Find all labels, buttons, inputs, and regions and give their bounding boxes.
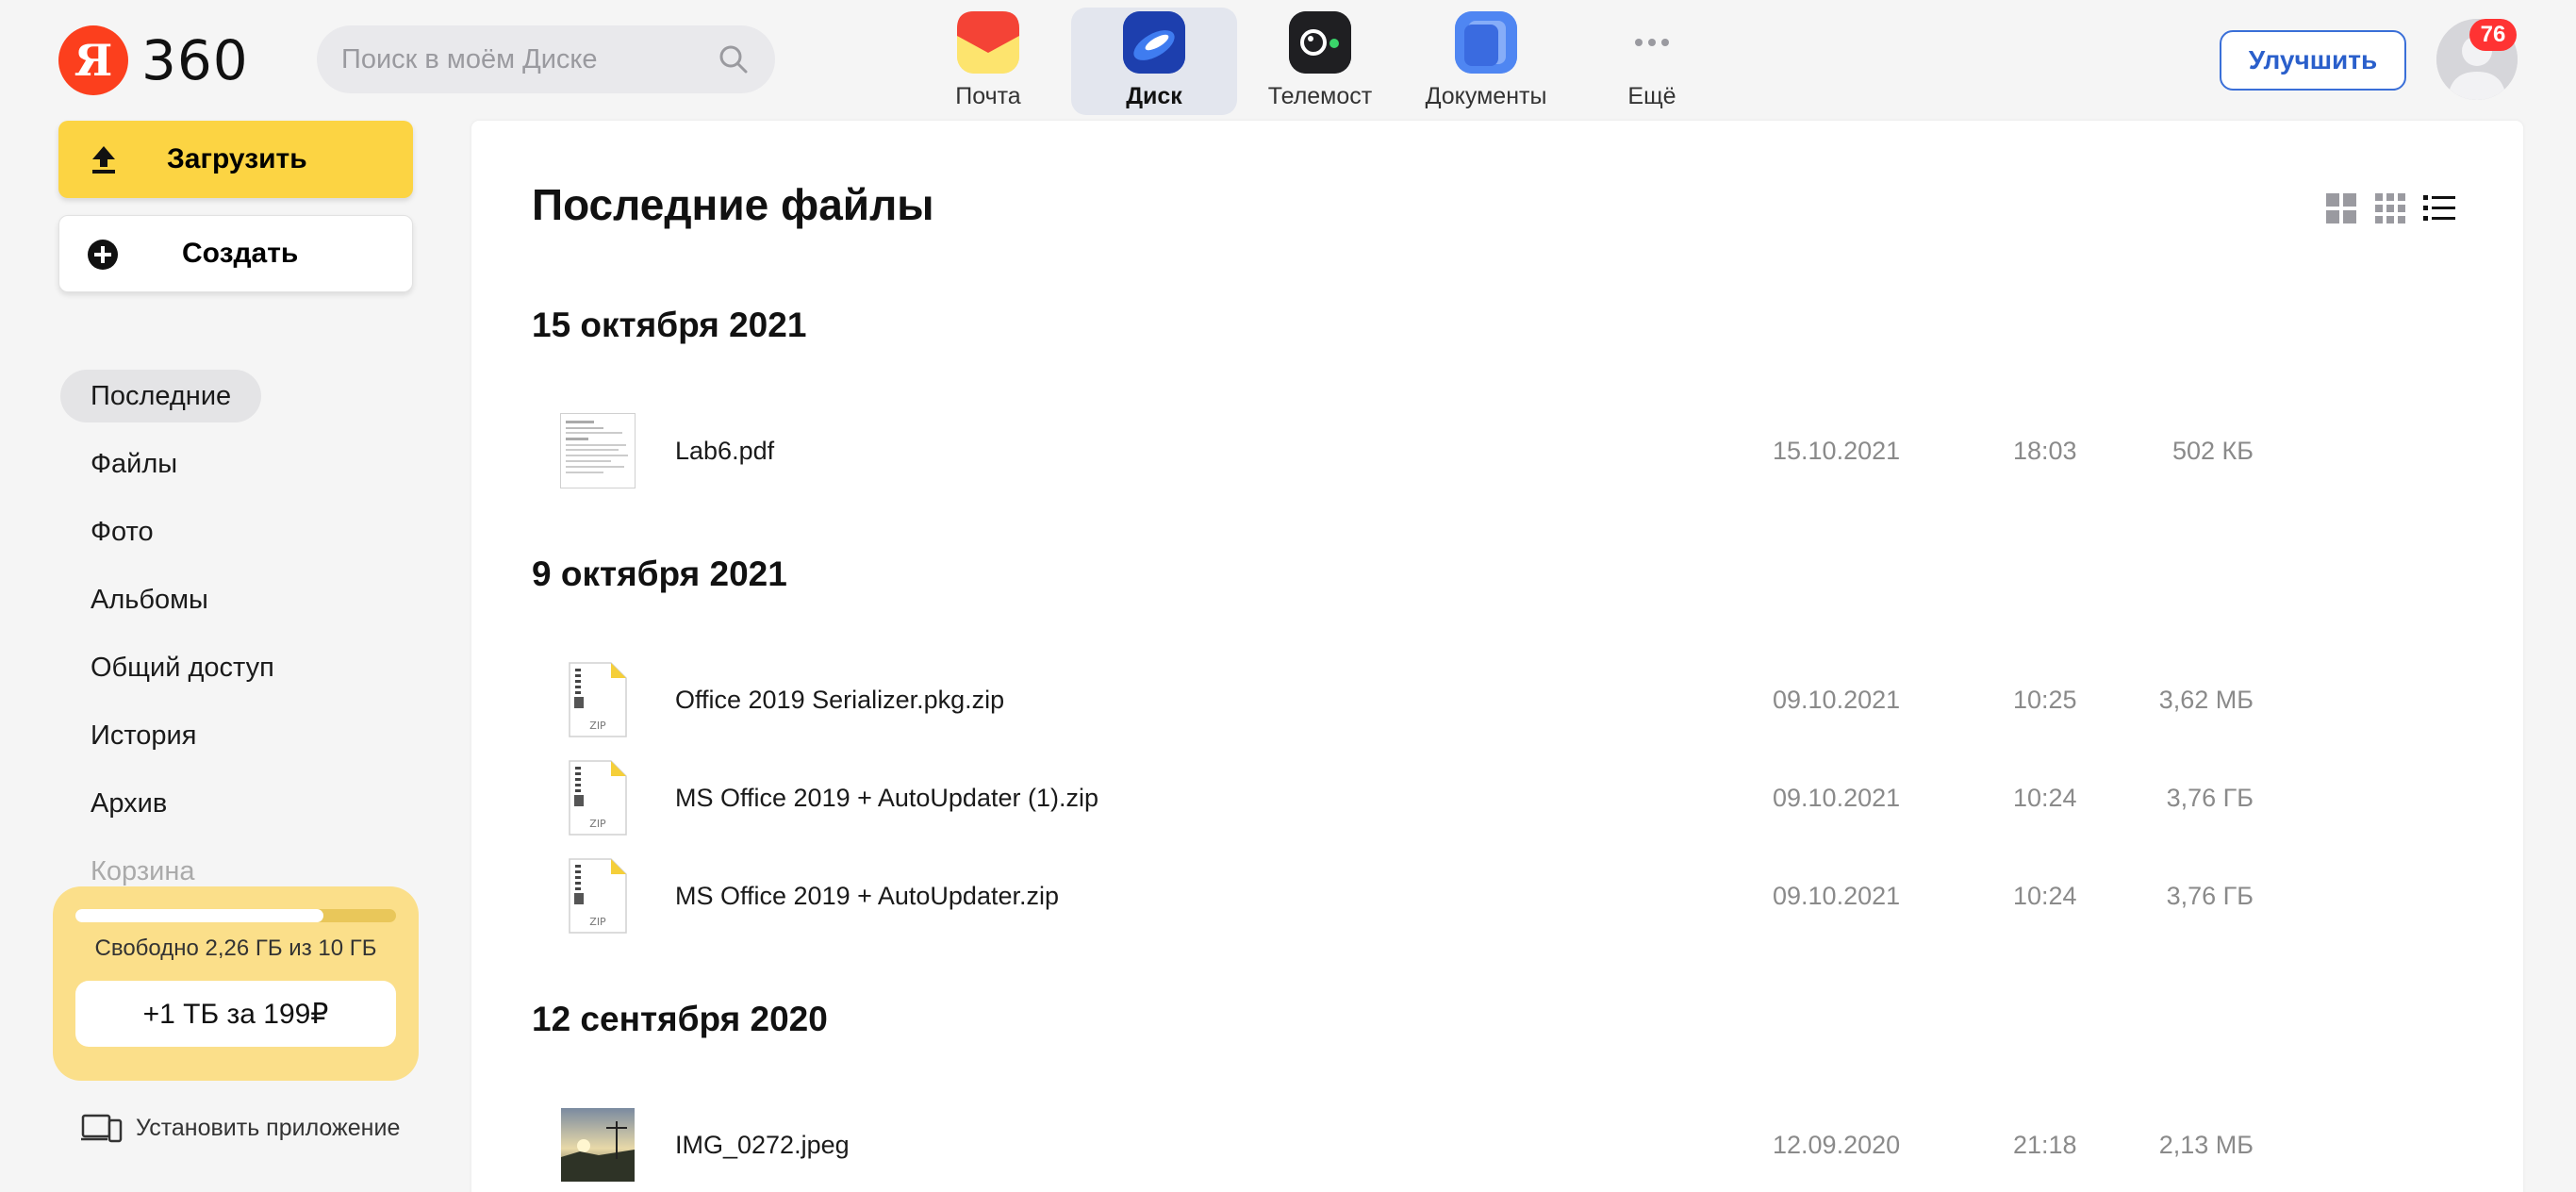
sidebar-item-archive[interactable]: Архив — [60, 777, 197, 830]
search-icon[interactable] — [717, 42, 751, 76]
more-icon — [1621, 11, 1683, 74]
sidebar-item-recent[interactable]: Последние — [60, 370, 262, 422]
search-input[interactable] — [341, 43, 717, 75]
logo-text: 360 — [141, 28, 249, 92]
main-content: Последние файлы 15 октября 2021 Lab6.pdf… — [471, 121, 2523, 1192]
large-tiles-icon[interactable] — [2323, 190, 2359, 226]
install-app-label: Установить приложение — [136, 1114, 401, 1141]
storage-upgrade-offer[interactable]: +1 ТБ за 199₽ — [75, 981, 396, 1047]
mail-icon — [957, 11, 1019, 74]
file-time: 21:18 — [2013, 1130, 2077, 1159]
view-switcher — [2323, 190, 2457, 226]
svg-text:ZIP: ZIP — [589, 720, 606, 732]
upload-button[interactable]: Загрузить — [58, 121, 413, 198]
zip-file-icon: ZIP — [560, 760, 636, 836]
svg-text:ZIP: ZIP — [589, 916, 606, 928]
file-row[interactable]: ZIP Office 2019 Serializer.pkg.zip 09.10… — [509, 655, 2395, 744]
upload-label: Загрузить — [167, 143, 307, 174]
sidebar-item-shared[interactable]: Общий доступ — [60, 641, 305, 694]
create-button[interactable]: Создать — [58, 215, 413, 292]
file-name: MS Office 2019 + AutoUpdater.zip — [675, 881, 1060, 910]
sidebar-item-history[interactable]: История — [60, 709, 226, 762]
file-row[interactable]: IMG_0272.jpeg 12.09.2020 21:18 2,13 МБ — [509, 1101, 2395, 1189]
storage-progress-bar — [75, 909, 396, 922]
zip-file-icon: ZIP — [560, 858, 636, 934]
search-box[interactable] — [317, 25, 775, 93]
upload-icon — [92, 146, 115, 174]
file-size: 3,76 ГБ — [2166, 783, 2254, 812]
date-group-title: 12 сентября 2020 — [532, 1000, 828, 1038]
app-disk[interactable]: Диск — [1071, 8, 1237, 115]
image-thumbnail — [560, 1107, 636, 1183]
yandex-logo-icon: Я — [58, 25, 128, 95]
disk-icon — [1123, 11, 1185, 74]
file-size: 502 КБ — [2172, 436, 2254, 465]
documents-icon — [1455, 11, 1517, 74]
svg-text:ZIP: ZIP — [589, 818, 606, 830]
file-name: Lab6.pdf — [675, 436, 775, 465]
file-row[interactable]: ZIP MS Office 2019 + AutoUpdater (1).zip… — [509, 753, 2395, 842]
list-view-icon[interactable] — [2421, 190, 2457, 226]
install-app-link[interactable]: Установить приложение — [81, 1111, 400, 1145]
file-date: 09.10.2021 — [1773, 685, 1901, 714]
file-row[interactable]: ZIP MS Office 2019 + AutoUpdater.zip 09.… — [509, 852, 2395, 940]
file-time: 10:25 — [2013, 685, 2077, 714]
file-time: 10:24 — [2013, 881, 2077, 910]
sidebar-nav: Последние Файлы Фото Альбомы Общий досту… — [60, 370, 419, 913]
file-date: 12.09.2020 — [1773, 1130, 1901, 1159]
file-name: MS Office 2019 + AutoUpdater (1).zip — [675, 783, 1098, 812]
notification-badge: 76 — [2469, 19, 2517, 51]
file-time: 10:24 — [2013, 783, 2077, 812]
app-label-telemost: Телемост — [1267, 83, 1373, 109]
app-label-more: Ещё — [1627, 83, 1676, 109]
file-date: 15.10.2021 — [1773, 436, 1901, 465]
top-header: Я 360 Почта — [0, 0, 2576, 119]
improve-button[interactable]: Улучшить — [2220, 30, 2406, 91]
storage-widget: Свободно 2,26 ГБ из 10 ГБ +1 ТБ за 199₽ — [53, 886, 419, 1081]
file-size: 3,62 МБ — [2158, 685, 2254, 714]
file-size: 2,13 МБ — [2158, 1130, 2254, 1159]
app-label-disk: Диск — [1126, 83, 1182, 109]
app-switcher: Почта Диск Телемост Документы Ещё — [905, 8, 1735, 115]
app-mail[interactable]: Почта — [905, 8, 1071, 115]
file-name: IMG_0272.jpeg — [675, 1130, 850, 1159]
file-time: 18:03 — [2013, 436, 2077, 465]
sidebar-item-files[interactable]: Файлы — [60, 438, 207, 490]
app-label-documents: Документы — [1425, 83, 1547, 109]
file-row[interactable]: Lab6.pdf 15.10.2021 18:03 502 КБ — [509, 406, 2395, 495]
app-label-mail: Почта — [955, 83, 1021, 109]
file-name: Office 2019 Serializer.pkg.zip — [675, 685, 1005, 714]
date-group-title: 9 октября 2021 — [532, 555, 787, 593]
file-date: 09.10.2021 — [1773, 881, 1901, 910]
app-more[interactable]: Ещё — [1569, 8, 1735, 115]
app-documents[interactable]: Документы — [1403, 8, 1569, 115]
storage-progress-fill — [75, 909, 324, 922]
page-title: Последние файлы — [532, 180, 934, 229]
create-label: Создать — [182, 238, 299, 269]
file-size: 3,76 ГБ — [2166, 881, 2254, 910]
small-tiles-icon[interactable] — [2372, 190, 2408, 226]
telemost-icon — [1289, 11, 1351, 74]
devices-icon — [81, 1114, 123, 1143]
plus-circle-icon — [88, 240, 118, 270]
yandex-360-logo[interactable]: Я 360 — [58, 25, 249, 96]
storage-text: Свободно 2,26 ГБ из 10 ГБ — [94, 935, 377, 961]
pdf-thumbnail-icon — [560, 413, 636, 488]
file-date: 09.10.2021 — [1773, 783, 1901, 812]
date-group-title: 15 октября 2021 — [532, 306, 807, 344]
zip-file-icon: ZIP — [560, 662, 636, 737]
sidebar-item-photo[interactable]: Фото — [60, 505, 184, 558]
sidebar-item-albums[interactable]: Альбомы — [60, 573, 239, 626]
app-telemost[interactable]: Телемост — [1237, 8, 1403, 115]
